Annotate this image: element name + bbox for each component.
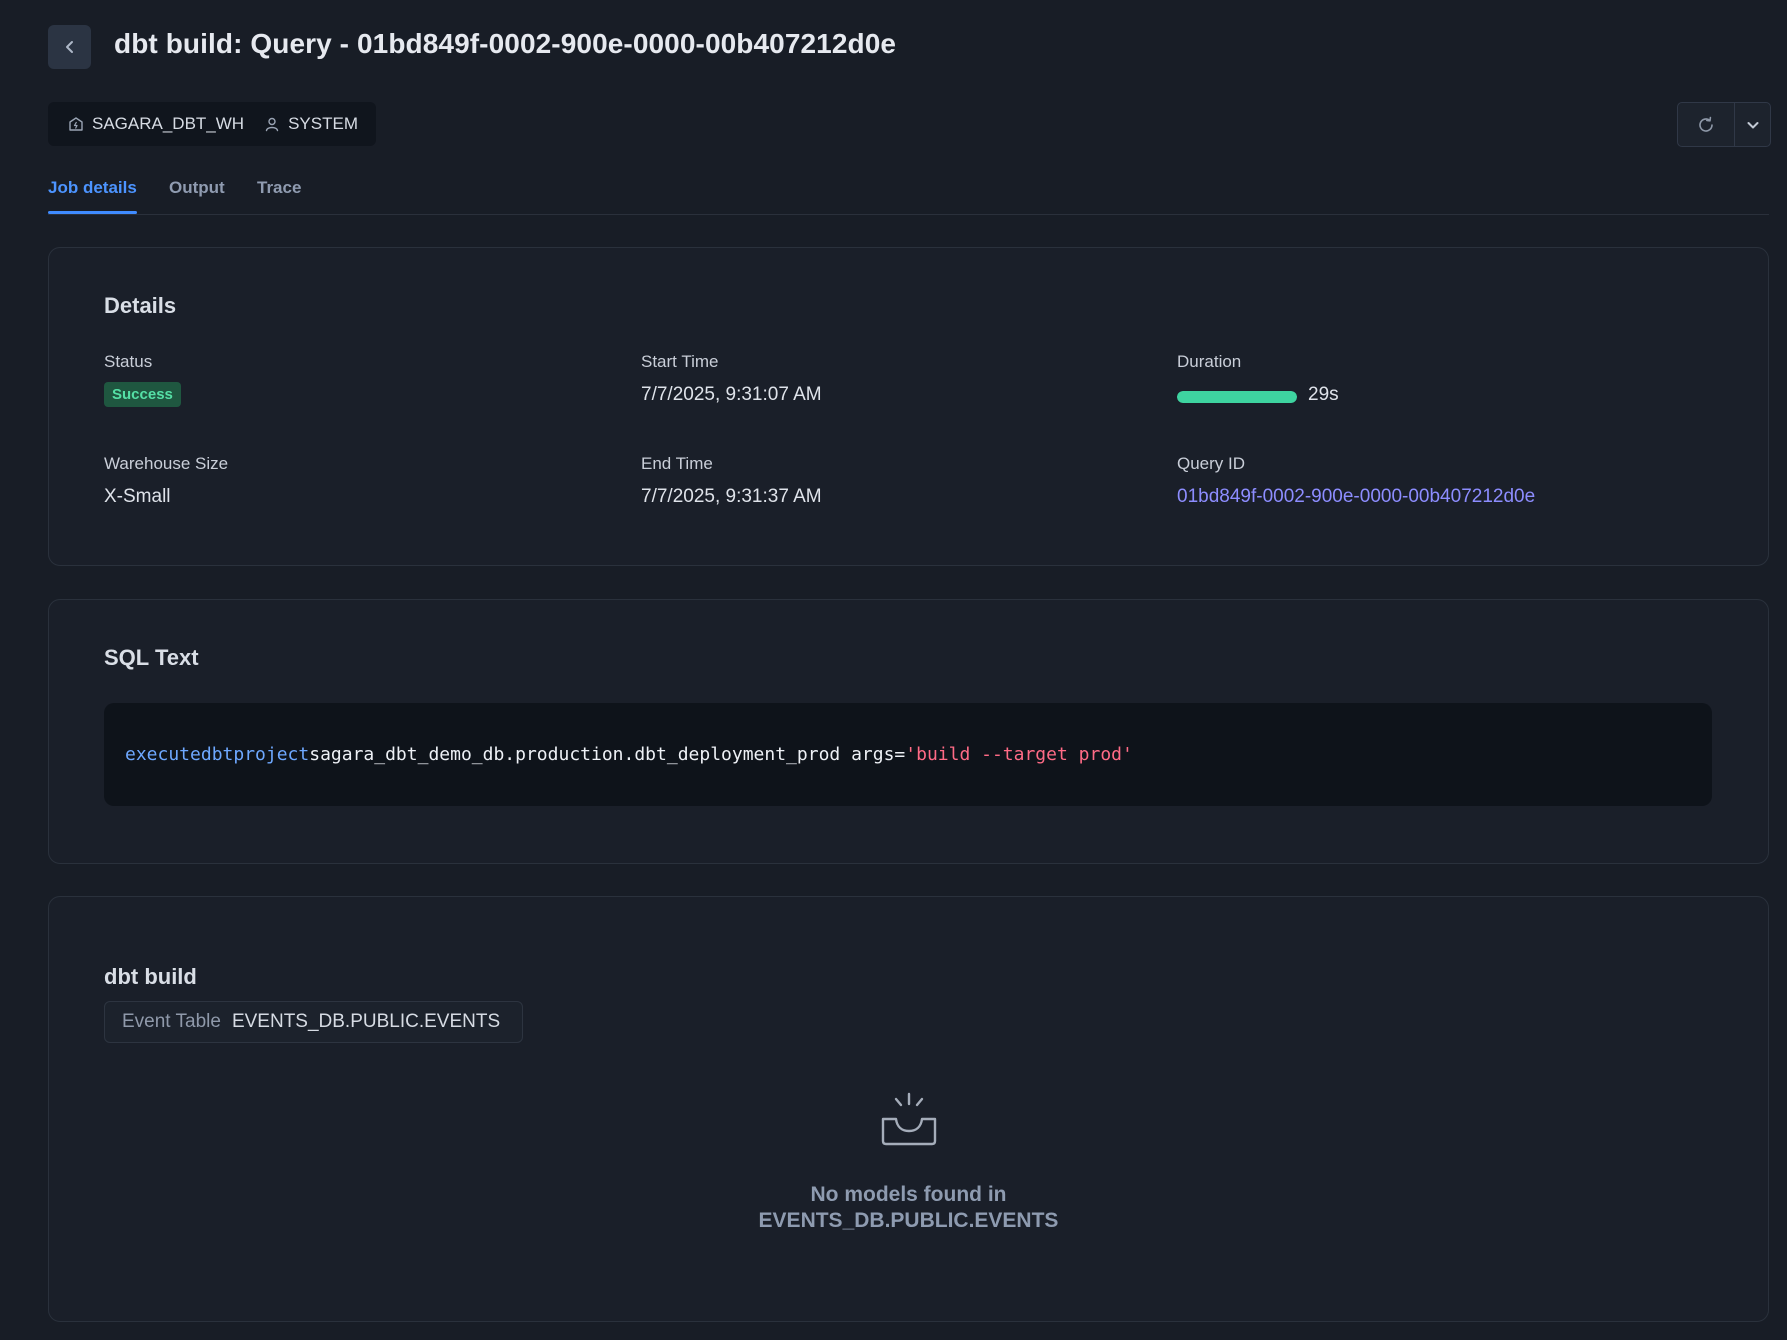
event-table-chip: Event Table EVENTS_DB.PUBLIC.EVENTS (104, 1001, 523, 1043)
empty-state: No models found in EVENTS_DB.PUBLIC.EVEN… (49, 1091, 1768, 1234)
details-card: Details Status Success Start Time 7/7/20… (48, 247, 1769, 566)
details-title: Details (104, 293, 177, 318)
duration-value: 29s (1308, 384, 1339, 405)
sql-keyword: dbt (200, 744, 234, 765)
duration-bar (1177, 391, 1297, 403)
user-icon (265, 117, 279, 132)
more-actions-button[interactable] (1735, 103, 1770, 146)
sql-text-card: SQL Text execute dbt project sagara_dbt_… (48, 599, 1769, 864)
query-id-link[interactable]: 01bd849f-0002-900e-0000-00b407212d0e (1177, 486, 1535, 508)
query-meta: SAGARA_DBT_WH SYSTEM (48, 102, 376, 146)
empty-state-message: No models found in EVENTS_DB.PUBLIC.EVEN… (49, 1182, 1768, 1234)
status-badge: Success (104, 382, 181, 407)
tab-bar: Job details Output Trace (48, 166, 1769, 215)
end-time-label: End Time (641, 454, 713, 473)
page-title: dbt build: Query - 01bd849f-0002-900e-00… (114, 28, 897, 59)
warehouse-label: SAGARA_DBT_WH (92, 114, 245, 133)
warehouse-icon (69, 117, 83, 131)
sql-code-block: execute dbt project sagara_dbt_demo_db.p… (104, 703, 1712, 806)
warehouse-size-value: X-Small (104, 486, 171, 507)
chevron-down-icon (1747, 121, 1758, 128)
start-time-label: Start Time (641, 352, 719, 371)
warehouse-pill[interactable]: SAGARA_DBT_WH (68, 114, 244, 134)
event-table-label: Event Table (122, 1011, 221, 1032)
tab-trace[interactable]: Trace (257, 178, 301, 212)
user-pill[interactable]: SYSTEM (264, 114, 358, 134)
sql-keyword: project (233, 744, 310, 765)
tab-output[interactable]: Output (169, 178, 225, 212)
duration-label: Duration (1177, 352, 1242, 371)
sql-text-title: SQL Text (104, 645, 199, 670)
end-time-value: 7/7/2025, 9:31:37 AM (641, 486, 822, 507)
chevron-left-icon (65, 41, 73, 53)
sql-identifier: sagara_dbt_demo_db.production.dbt_deploy… (309, 744, 906, 765)
event-table-value: EVENTS_DB.PUBLIC.EVENTS (231, 1011, 501, 1032)
refresh-icon (1699, 116, 1713, 132)
sql-string: 'build --target prod' (905, 744, 1133, 765)
query-id-label: Query ID (1177, 454, 1246, 473)
dbt-build-card: dbt build Event Table EVENTS_DB.PUBLIC.E… (48, 896, 1769, 1322)
refresh-button[interactable] (1678, 103, 1735, 146)
status-label: Status (104, 352, 153, 371)
empty-inbox-icon (881, 1092, 936, 1146)
action-button-group (1677, 102, 1771, 147)
tab-job-details[interactable]: Job details (48, 178, 137, 214)
back-button[interactable] (48, 25, 91, 69)
empty-state-line-2: EVENTS_DB.PUBLIC.EVENTS (758, 1209, 1059, 1232)
user-label: SYSTEM (288, 114, 358, 133)
empty-state-line-1: No models found in (810, 1183, 1007, 1206)
sql-keyword: execute (125, 744, 201, 765)
warehouse-size-label: Warehouse Size (104, 454, 229, 473)
dbt-build-title: dbt build (104, 964, 197, 989)
duration-bar-fill (1177, 391, 1297, 403)
start-time-value: 7/7/2025, 9:31:07 AM (641, 384, 822, 405)
